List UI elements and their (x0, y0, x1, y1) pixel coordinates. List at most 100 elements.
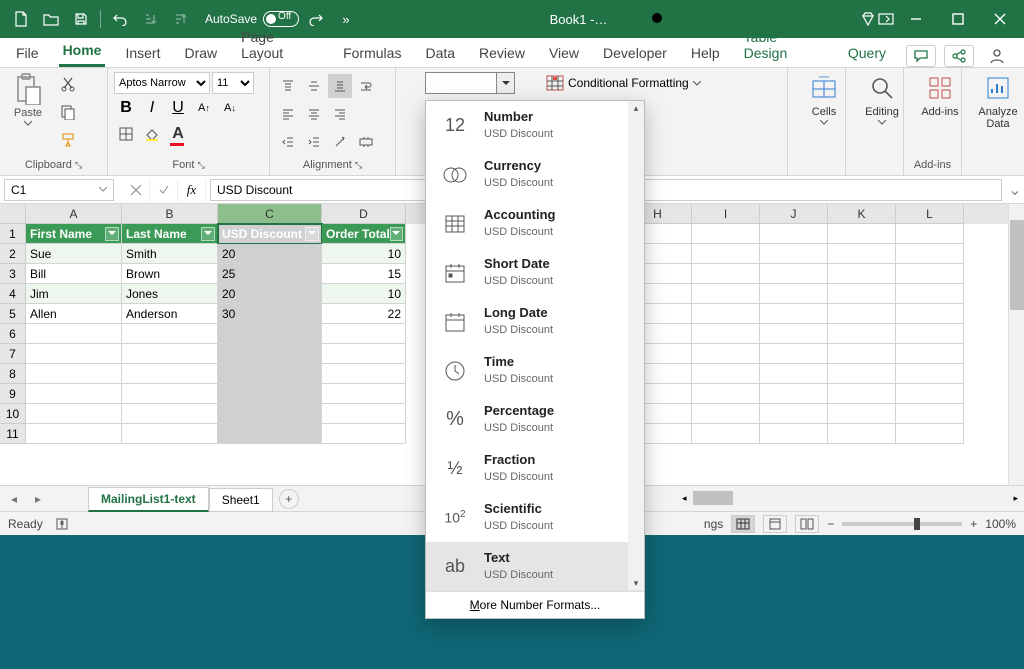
cell-usd-discount[interactable]: 25 (218, 264, 322, 284)
paste-button[interactable]: Paste (6, 72, 50, 159)
tab-file[interactable]: File (12, 41, 43, 67)
row-header[interactable]: 4 (0, 284, 26, 304)
cell[interactable] (122, 404, 218, 424)
cell-usd-discount[interactable]: 20 (218, 244, 322, 264)
more-number-formats-button[interactable]: More Number Formats... (426, 591, 644, 618)
cell[interactable] (322, 344, 406, 364)
format-painter-icon[interactable] (56, 128, 80, 152)
tab-table-design[interactable]: Table Design (740, 25, 828, 67)
cell[interactable] (692, 364, 760, 384)
row-header[interactable]: 11 (0, 424, 26, 444)
chevron-down-icon[interactable] (496, 73, 514, 93)
cell[interactable] (896, 324, 964, 344)
expand-formulabar-icon[interactable]: ⌄ (1006, 180, 1024, 200)
enter-formula-button[interactable] (150, 179, 178, 201)
align-right-button[interactable] (328, 102, 352, 126)
maximize-button[interactable] (938, 5, 978, 33)
col-header-b[interactable]: B (122, 204, 218, 224)
name-box[interactable]: C1 (4, 179, 114, 201)
cell[interactable] (692, 404, 760, 424)
numfmt-option-accounting[interactable]: AccountingUSD Discount (426, 199, 644, 248)
analyze-data-button[interactable]: Analyze Data (968, 72, 1024, 130)
underline-button[interactable]: U (166, 96, 190, 120)
cell[interactable] (692, 324, 760, 344)
filter-dropdown-icon[interactable] (105, 227, 119, 241)
col-header-j[interactable]: J (760, 204, 828, 224)
cell[interactable] (692, 424, 760, 444)
font-name-select[interactable]: Aptos Narrow (114, 72, 210, 94)
cell[interactable] (896, 384, 964, 404)
cell[interactable] (896, 424, 964, 444)
col-header-d[interactable]: D (322, 204, 406, 224)
wrap-text-button[interactable] (354, 74, 378, 98)
cell[interactable] (828, 224, 896, 244)
align-top-button[interactable] (276, 74, 300, 98)
tab-page-layout[interactable]: Page Layout (237, 25, 323, 67)
cell-first-name[interactable]: Allen (26, 304, 122, 324)
cell[interactable] (218, 364, 322, 384)
cell[interactable] (828, 424, 896, 444)
conditional-formatting-button[interactable]: Conditional Formatting (540, 72, 707, 94)
cell[interactable] (760, 284, 828, 304)
cell[interactable] (896, 264, 964, 284)
share-button[interactable] (944, 45, 974, 67)
row-header[interactable]: 8 (0, 364, 26, 384)
cell-last-name[interactable]: Jones (122, 284, 218, 304)
cell-order-total[interactable]: 10 (322, 284, 406, 304)
bold-button[interactable]: B (114, 96, 138, 120)
grow-font-button[interactable]: A↑ (192, 96, 216, 120)
table-header[interactable]: Last Name (122, 224, 218, 244)
cell[interactable] (218, 384, 322, 404)
zoom-level[interactable]: 100% (985, 517, 1016, 531)
numfmt-option-time[interactable]: TimeUSD Discount (426, 346, 644, 395)
display-settings-partial[interactable]: ngs (704, 517, 723, 531)
cell[interactable] (828, 384, 896, 404)
number-format-combobox[interactable] (425, 72, 515, 94)
orientation-button[interactable] (328, 130, 352, 154)
cell[interactable] (896, 284, 964, 304)
cell[interactable] (26, 344, 122, 364)
numfmt-option-number[interactable]: 12NumberUSD Discount (426, 101, 644, 150)
cell[interactable] (322, 424, 406, 444)
col-header-a[interactable]: A (26, 204, 122, 224)
sheet-tab-2[interactable]: Sheet1 (209, 488, 273, 512)
tab-formulas[interactable]: Formulas (339, 41, 405, 67)
cell[interactable] (692, 244, 760, 264)
cell[interactable] (322, 364, 406, 384)
cell[interactable] (896, 344, 964, 364)
cell[interactable] (760, 304, 828, 324)
row-header[interactable]: 6 (0, 324, 26, 344)
tab-draw[interactable]: Draw (180, 41, 221, 67)
close-button[interactable] (980, 5, 1020, 33)
cell[interactable] (692, 344, 760, 364)
cell[interactable] (828, 404, 896, 424)
cell[interactable] (26, 364, 122, 384)
tab-query[interactable]: Query (844, 41, 890, 67)
save-icon[interactable] (68, 6, 94, 32)
cell-last-name[interactable]: Brown (122, 264, 218, 284)
open-file-icon[interactable] (38, 6, 64, 32)
addins-button[interactable]: Add-ins (910, 72, 970, 118)
cut-icon[interactable] (56, 72, 80, 96)
zoom-out-button[interactable]: − (827, 517, 834, 531)
cell[interactable] (828, 344, 896, 364)
cell[interactable] (122, 424, 218, 444)
tab-review[interactable]: Review (475, 41, 529, 67)
undo-icon[interactable] (107, 6, 133, 32)
cell-first-name[interactable]: Jim (26, 284, 122, 304)
cell[interactable] (760, 224, 828, 244)
cell[interactable] (692, 224, 760, 244)
fill-color-button[interactable] (140, 122, 164, 146)
scroll-down-icon[interactable]: ▾ (628, 576, 644, 590)
cell[interactable] (692, 304, 760, 324)
cell[interactable] (122, 384, 218, 404)
cell[interactable] (218, 424, 322, 444)
numfmt-option-scientific[interactable]: 102ScientificUSD Discount (426, 493, 644, 542)
numfmt-option-short-date[interactable]: Short DateUSD Discount (426, 248, 644, 297)
cancel-formula-button[interactable] (122, 179, 150, 201)
sheet-nav-next[interactable]: ▸ (28, 489, 48, 509)
cell-last-name[interactable]: Smith (122, 244, 218, 264)
cell[interactable] (828, 364, 896, 384)
cell-usd-discount[interactable]: 30 (218, 304, 322, 324)
numfmt-option-fraction[interactable]: ½FractionUSD Discount (426, 444, 644, 493)
